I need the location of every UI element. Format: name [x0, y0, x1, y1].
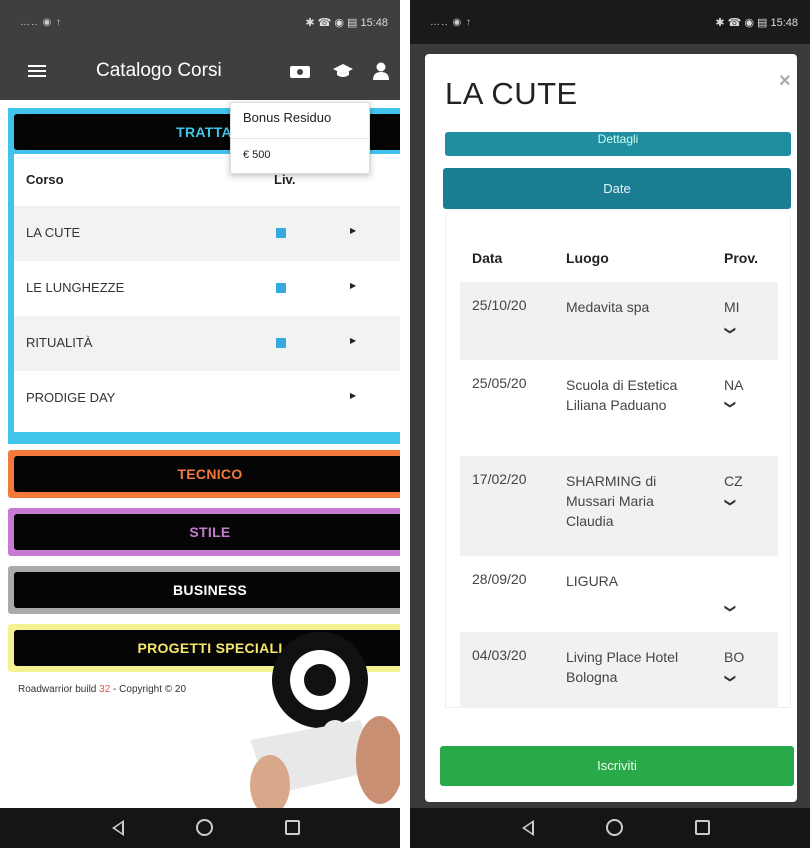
- prov-cell: BO: [724, 649, 745, 665]
- footer-prefix: Roadwarrior build: [18, 684, 100, 695]
- status-bar-right: ✱ ☎ ◉ ▤ 15:48: [715, 16, 798, 29]
- back-icon[interactable]: [522, 820, 534, 836]
- close-icon[interactable]: ×: [779, 70, 791, 93]
- category-stile[interactable]: STILE: [14, 514, 400, 550]
- back-icon[interactable]: [112, 820, 124, 836]
- table-row: 17/02/20 SHARMING di Mussari Maria Claud…: [460, 456, 778, 556]
- course-name: RITUALITÀ: [26, 335, 93, 350]
- dettagli-button[interactable]: Dettagli: [445, 132, 791, 156]
- date-cell: 04/03/20: [472, 647, 527, 663]
- table-row: 25/05/20 Scuola di Estetica Liliana Padu…: [460, 360, 778, 456]
- level-badge: [276, 338, 286, 348]
- footer-suffix: - Copyright © 20: [110, 684, 187, 695]
- date-cell: 25/05/20: [472, 375, 527, 391]
- table-row[interactable]: LA CUTE ▶: [14, 206, 400, 261]
- bonus-icon[interactable]: [290, 62, 312, 82]
- chevron-down-icon[interactable]: ❯: [724, 674, 737, 683]
- status-bar: …‥ ◉ ↑ ✱ ☎ ◉ ▤ 15:48: [410, 0, 810, 44]
- chevron-down-icon[interactable]: ❯: [724, 604, 737, 613]
- table-row[interactable]: PRODIGE DAY ▶: [14, 371, 400, 426]
- date-button[interactable]: Date: [443, 168, 791, 209]
- level-badge: [276, 283, 286, 293]
- place-cell: Medavita spa: [566, 299, 650, 315]
- status-bar-right: ✱ ☎ ◉ ▤ 15:48: [305, 16, 388, 29]
- caret-right-icon[interactable]: ▶: [350, 226, 356, 235]
- bonus-tooltip-title: Bonus Residuo: [231, 103, 369, 139]
- dates-table: Data Luogo Prov. 25/10/20 Medavita spa M…: [445, 216, 791, 708]
- table-row: 25/10/20 Medavita spa MI ❯: [460, 282, 778, 360]
- top-navbar: Catalogo Corsi: [0, 44, 400, 100]
- prov-cell: CZ: [724, 473, 743, 489]
- footer-copyright: Roadwarrior build 32 - Copyright © 20: [18, 684, 186, 695]
- prov-cell: MI: [724, 299, 740, 315]
- level-badge: [276, 228, 286, 238]
- course-name: PRODIGE DAY: [26, 390, 116, 405]
- home-icon[interactable]: [606, 819, 623, 836]
- chevron-down-icon[interactable]: ❯: [724, 326, 737, 335]
- page-title: Catalogo Corsi: [96, 60, 222, 81]
- right-screen: …‥ ◉ ↑ ✱ ☎ ◉ ▤ 15:48 LA CUTE × Dettagli …: [410, 0, 810, 848]
- column-header-prov: Prov.: [724, 250, 758, 266]
- caret-right-icon[interactable]: ▶: [350, 391, 356, 400]
- column-header-date: Data: [472, 250, 503, 266]
- course-modal: LA CUTE × Dettagli Date Data Luogo Prov.…: [425, 54, 797, 802]
- column-header-course: Corso: [26, 172, 64, 187]
- bonus-tooltip: Bonus Residuo € 500: [230, 102, 370, 174]
- recent-apps-icon[interactable]: [695, 820, 710, 835]
- graduation-cap-icon[interactable]: [332, 62, 354, 82]
- table-row: 28/09/20 LIGURA ❯: [460, 556, 778, 632]
- course-name: LE LUNGHEZZE: [26, 280, 125, 295]
- place-cell: Living Place Hotel Bologna: [566, 649, 679, 685]
- course-name: LA CUTE: [26, 225, 81, 240]
- chevron-down-icon[interactable]: ❯: [724, 498, 737, 507]
- date-cell: 28/09/20: [472, 571, 527, 587]
- table-row[interactable]: RITUALITÀ ▶: [14, 316, 400, 371]
- recent-apps-icon[interactable]: [285, 820, 300, 835]
- system-nav-bar: [0, 808, 400, 848]
- puzzle-hand-image: [250, 632, 400, 815]
- course-table: Corso Liv. LA CUTE ▶ LE LUNGHEZZE ▶ RITU…: [14, 154, 400, 432]
- chevron-down-icon[interactable]: ❯: [724, 400, 737, 409]
- column-header-place: Luogo: [566, 250, 609, 266]
- status-bar-left: …‥ ◉ ↑: [20, 16, 62, 28]
- left-screen: …‥ ◉ ↑ ✱ ☎ ◉ ▤ 15:48 Catalogo Corsi TRAT…: [0, 0, 400, 848]
- home-icon[interactable]: [196, 819, 213, 836]
- caret-right-icon[interactable]: ▶: [350, 281, 356, 290]
- place-cell: LIGURA: [566, 573, 619, 589]
- prov-cell: NA: [724, 377, 744, 393]
- date-cell: 17/02/20: [472, 471, 527, 487]
- status-bar-left: …‥ ◉ ↑: [430, 16, 472, 28]
- column-header-level: Liv.: [274, 172, 296, 187]
- category-business[interactable]: BUSINESS: [14, 572, 400, 608]
- user-icon[interactable]: [370, 62, 392, 82]
- status-bar: …‥ ◉ ↑ ✱ ☎ ◉ ▤ 15:48: [0, 0, 400, 44]
- place-cell: Scuola di Estetica Liliana Paduano: [566, 377, 678, 413]
- modal-title: LA CUTE: [445, 76, 578, 111]
- category-tecnico[interactable]: TECNICO: [14, 456, 400, 492]
- table-row[interactable]: LE LUNGHEZZE ▶: [14, 261, 400, 316]
- iscriviti-button[interactable]: Iscriviti: [440, 746, 794, 786]
- build-number: 32: [99, 684, 111, 695]
- place-cell: SHARMING di Mussari Maria Claudia: [566, 473, 657, 529]
- table-row: 04/03/20 Living Place Hotel Bologna BO ❯: [460, 632, 778, 708]
- bonus-tooltip-value: € 500: [243, 149, 271, 161]
- caret-right-icon[interactable]: ▶: [350, 336, 356, 345]
- menu-icon[interactable]: [28, 62, 46, 80]
- date-cell: 25/10/20: [472, 297, 527, 313]
- system-nav-bar: [410, 808, 810, 848]
